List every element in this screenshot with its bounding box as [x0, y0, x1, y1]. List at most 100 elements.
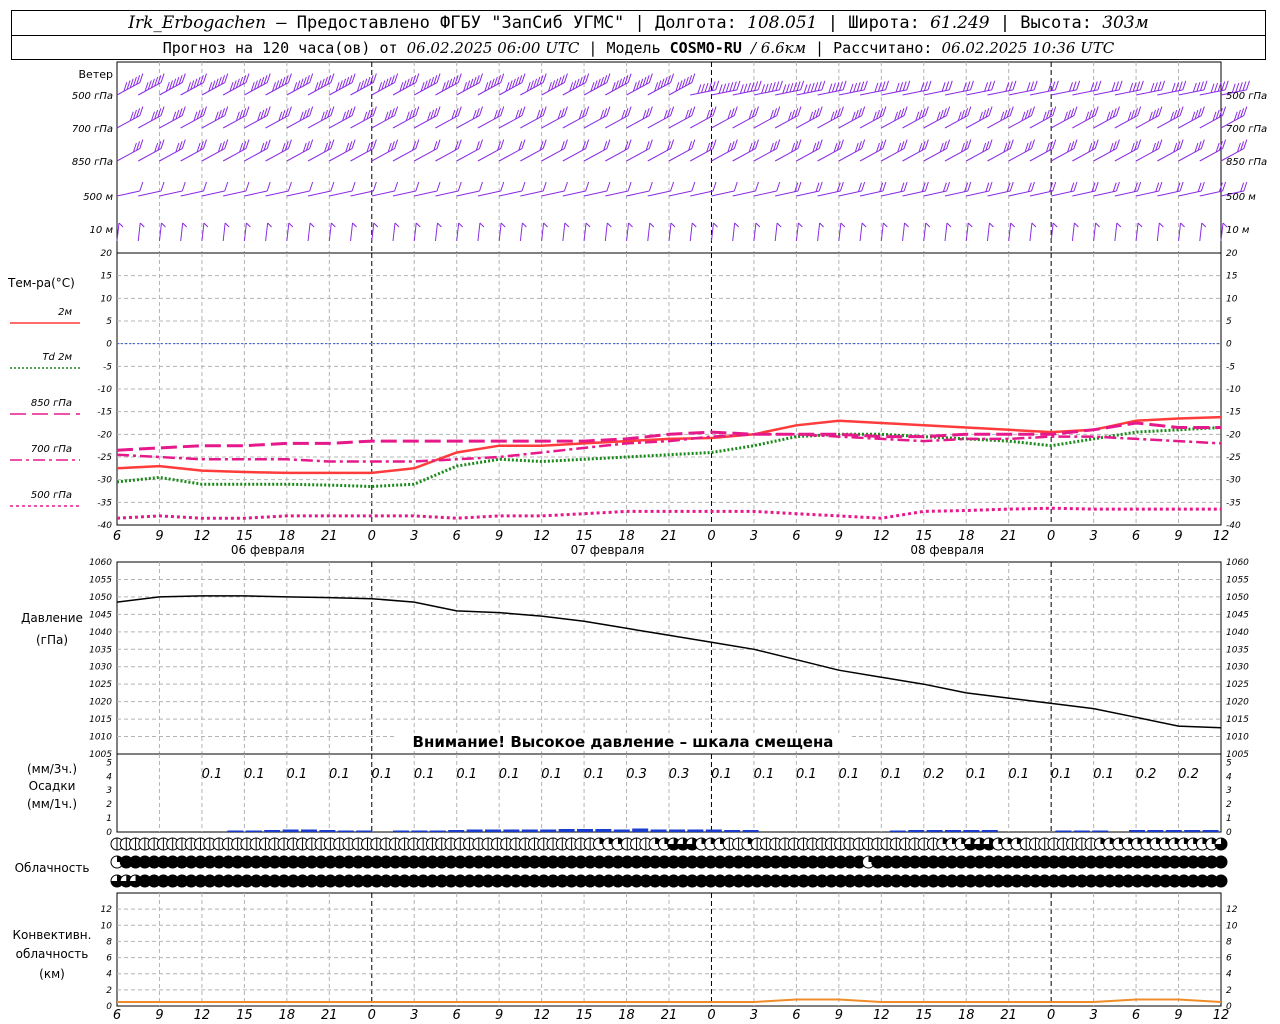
pressure-tick-right: 1030 [1226, 663, 1249, 673]
precip-bar [595, 829, 612, 832]
conv-hour-label: 12 [194, 1008, 211, 1023]
wind-barb-flag [839, 139, 844, 149]
wind-barb [1029, 148, 1053, 162]
wind-barb-flag [771, 82, 776, 92]
conv-hour-label: 15 [915, 1008, 932, 1023]
wind-barb-flag [1242, 81, 1247, 91]
conv-hour-label: 3 [750, 1008, 758, 1023]
pressure-tick-left: 1040 [89, 628, 112, 638]
wind-barb [1157, 148, 1181, 162]
conv-hour-label: 21 [661, 1008, 678, 1023]
wind-barb [689, 115, 714, 129]
wind-barb-flag [563, 181, 568, 192]
wind-barb-flag [1008, 81, 1013, 91]
wind-barb-flag [885, 80, 890, 90]
wind-barb-flag [1222, 181, 1227, 192]
wind-barb-flag [729, 82, 734, 92]
pressure-title: Давление [21, 611, 83, 625]
temp-hour-label: 18 [958, 529, 975, 544]
wind-barb-flag [863, 80, 868, 90]
wind-barb [967, 222, 973, 228]
conv-tick-left: 8 [106, 937, 112, 947]
wind-barb-flag [181, 139, 186, 149]
wind-barb [923, 115, 947, 129]
conv-tick-left: 2 [106, 986, 112, 996]
wind-barb-flag [755, 106, 759, 116]
wind-barb [562, 190, 586, 197]
wind-barb-flag [945, 81, 950, 91]
wind-barb [796, 115, 820, 129]
wind-barb [201, 115, 225, 129]
wind-barb-flag [814, 82, 819, 92]
wind-barb [923, 190, 947, 197]
wind-barb [435, 190, 459, 197]
precip-bar [521, 829, 538, 832]
wind-barb-flag [1136, 81, 1141, 91]
wind-barb-flag [988, 181, 993, 192]
precip-bar [558, 829, 575, 832]
wind-barb [137, 115, 162, 129]
temp-hour-label: 9 [1174, 529, 1182, 544]
wind-barb-flag [1246, 80, 1250, 90]
wind-barb-flag [800, 80, 805, 90]
precip-3h-label: 0.1 [541, 767, 562, 782]
wind-barb [902, 115, 926, 129]
wind-barb-flag [1027, 182, 1032, 192]
wind-barb-flag [500, 73, 505, 83]
wind-barb-flag [946, 106, 951, 116]
wind-barb [244, 190, 268, 197]
wind-barb-flag [585, 106, 590, 116]
precip-bar [429, 830, 446, 832]
wind-barb [1072, 190, 1096, 197]
precip-3h-label: 0.1 [202, 767, 223, 782]
wind-barb [1199, 222, 1203, 242]
precip-3h-label: 0.1 [456, 767, 477, 782]
wind-barb [180, 222, 184, 242]
wind-barb-flag [967, 181, 972, 192]
conv-hour-label: 3 [410, 1008, 418, 1023]
wind-barb [137, 148, 162, 162]
conv-tick-right: 12 [1226, 905, 1238, 915]
wind-barb [1074, 222, 1079, 228]
wind-barb [286, 115, 310, 129]
pressure-tick-left: 1010 [89, 733, 112, 743]
conv-unit: (км) [39, 967, 65, 981]
wind-barb-flag [139, 139, 144, 149]
temp-hour-label: 9 [495, 529, 503, 544]
precip-bar [577, 829, 593, 832]
wind-barb [774, 148, 799, 162]
wind-barb-flag [309, 181, 314, 192]
pressure-tick-right: 1025 [1226, 680, 1249, 690]
wind-barb [925, 222, 931, 228]
wind-barb-flag [861, 181, 866, 192]
wind-barb [668, 115, 693, 129]
conv-hour-label: 9 [1174, 1008, 1182, 1023]
wind-barb [350, 115, 374, 129]
wind-barb-flag [1076, 80, 1081, 90]
wind-barb [647, 190, 671, 197]
wind-barb-flag [160, 73, 165, 83]
wind-barb-flag [606, 181, 611, 192]
wind-barb-flag [181, 181, 186, 192]
precip-3h-label: 0.3 [626, 767, 647, 782]
precip-3h-label: 0.3 [669, 767, 690, 782]
pressure-tick-right: 1055 [1226, 575, 1249, 585]
wind-barb-flag [1054, 80, 1059, 90]
wind-barb-flag [857, 182, 862, 192]
wind-barb-flag [985, 182, 990, 192]
precip-tick-right: 1 [1226, 814, 1232, 824]
wind-barb [1029, 115, 1053, 129]
wind-barb [222, 222, 226, 242]
precip-bar [1073, 830, 1090, 832]
wind-barb-flag [839, 181, 844, 192]
precip-3h-label: 0.1 [287, 767, 308, 782]
wind-barb-flag [1200, 106, 1205, 116]
wind-barb-flag [266, 73, 271, 83]
wind-barb-flag [521, 106, 526, 116]
wind-barb-flag [1033, 80, 1038, 90]
wind-barb-flag [1178, 81, 1183, 91]
wind-barb-flag [764, 83, 769, 93]
wind-barb-flag [691, 73, 696, 83]
wind-barb-flag [457, 139, 462, 149]
wind-barb-flag [1137, 181, 1142, 192]
